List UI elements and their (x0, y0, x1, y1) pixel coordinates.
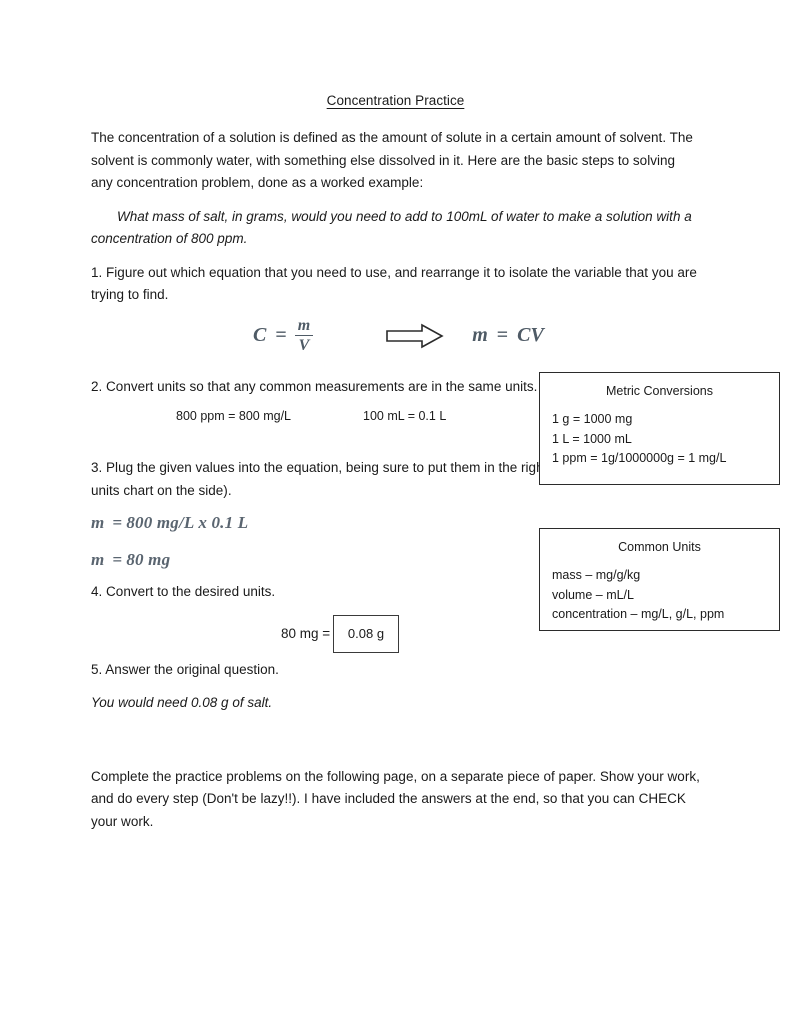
work-line-1-equals: = (112, 513, 123, 532)
page-title-container: Concentration Practice (91, 0, 700, 110)
common-units-title: Common Units (618, 540, 701, 554)
work-line-2-variable: m (91, 550, 105, 569)
rearranged-equation: m = CV (470, 324, 546, 347)
intro-paragraph: The concentration of a solution is defin… (91, 130, 693, 190)
fraction-denominator: V (294, 334, 314, 354)
answer-conversion-label: 80 mg = (281, 625, 331, 641)
page-title: Concentration Practice (326, 93, 465, 108)
conversion-ppm-to-mgl: 800 ppm = 800 mg/L (176, 409, 292, 423)
equation-row: C = m V m = CV (91, 307, 700, 365)
final-answer-text: You would need 0.08 g of salt. (91, 695, 273, 710)
concentration-equation: C = m V (251, 316, 314, 354)
boxed-answer-value: 0.08 g (333, 614, 399, 653)
conversion-ml-to-l: 100 mL = 0.1 L (363, 409, 447, 423)
metric-conversion-line: 1 g = 1000 mg (552, 412, 633, 426)
example-problem-paragraph: What mass of salt, in grams, would you n… (91, 206, 700, 251)
fraction-numerator: m (297, 316, 311, 334)
common-units-box: Common Units mass – mg/g/kg volume – mL/… (539, 528, 780, 631)
metric-conversions-box: Metric Conversions 1 g = 1000 mg 1 L = 1… (539, 372, 780, 485)
step-5-text: 5. Answer the original question. (91, 661, 279, 677)
metric-conversion-line: 1 L = 1000 mL (552, 431, 632, 446)
common-units-line: mass – mg/g/kg (552, 568, 641, 582)
example-problem-text: What mass of salt, in grams, would you n… (91, 208, 692, 247)
step-1-text: 1. Figure out which equation that you ne… (91, 264, 697, 303)
equation-equals-sign: = (275, 324, 287, 346)
equation-variable-c: C (253, 324, 267, 346)
mass-over-volume-fraction: m V (294, 316, 314, 354)
document-page: Concentration Practice The concentration… (0, 0, 791, 1024)
equation-expression-cv: CV (517, 324, 544, 346)
work-line-1-expression: 800 mg/L x 0.1 L (126, 513, 249, 532)
work-line-2-equals: = (112, 550, 123, 569)
common-units-line: concentration – mg/L, g/L, ppm (552, 607, 725, 621)
equation-variable-m: m (472, 324, 488, 346)
common-units-line: volume – mL/L (552, 587, 634, 602)
metric-conversions-title: Metric Conversions (606, 384, 713, 398)
work-line-2-expression: 80 mg (126, 550, 171, 569)
right-block-arrow-icon (386, 323, 444, 349)
equation-equals-sign-2: = (496, 324, 509, 346)
work-line-1-variable: m (91, 513, 105, 532)
closing-paragraph: Complete the practice problems on the fo… (91, 768, 700, 829)
metric-conversion-line: 1 ppm = 1g/1000000g = 1 mg/L (552, 451, 727, 465)
